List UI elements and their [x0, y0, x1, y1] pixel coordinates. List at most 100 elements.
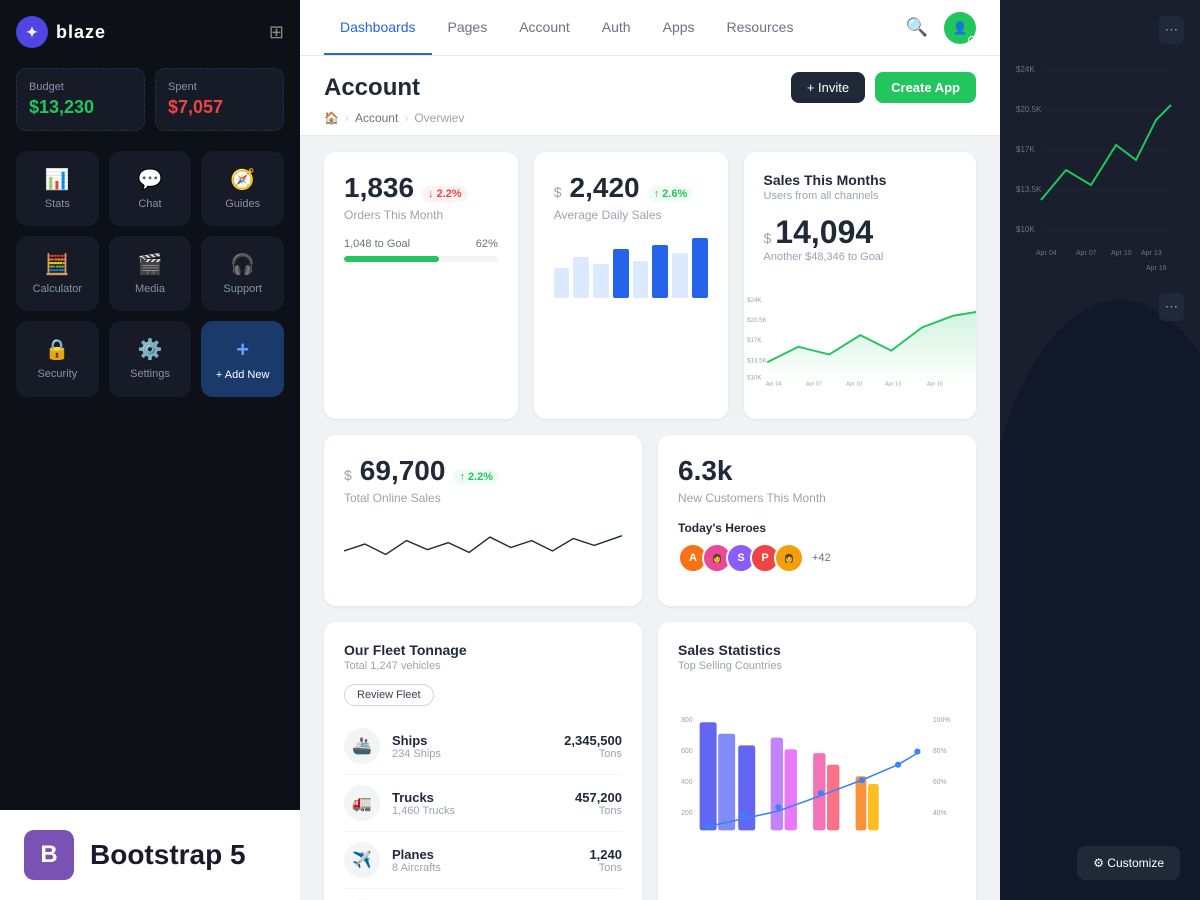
- orders-progress-bar-bg: [344, 256, 498, 262]
- bootstrap-icon: B: [24, 830, 74, 880]
- nav-grid: 📊 Stats 💬 Chat 🧭 Guides 🧮 Calculator 🎬 M…: [16, 151, 284, 397]
- user-avatar[interactable]: 👤: [944, 12, 976, 44]
- svg-text:Apr 04: Apr 04: [1036, 250, 1057, 257]
- ships-num: 2,345,500: [564, 733, 622, 748]
- breadcrumb: 🏠 › Account › Overwiev: [324, 111, 976, 135]
- hero-count: +42: [812, 552, 831, 564]
- online-sales-label: Total Online Sales: [344, 491, 622, 505]
- support-icon: 🎧: [230, 252, 255, 277]
- breadcrumb-home: 🏠: [324, 111, 339, 125]
- planes-value: 1,240 Tons: [589, 847, 622, 874]
- nav-resources[interactable]: Resources: [711, 1, 810, 55]
- sales-month-sub: Users from all channels: [764, 190, 957, 202]
- sidebar-item-stats[interactable]: 📊 Stats: [16, 151, 99, 226]
- svg-text:Apr 07: Apr 07: [806, 382, 822, 388]
- online-sales-card: $ 69,700 ↑ 2.2% Total Online Sales: [324, 435, 642, 606]
- orders-progress-row: 1,048 to Goal 62%: [344, 238, 498, 250]
- sales-stats-card: Sales Statistics Top Selling Countries 8…: [658, 622, 976, 900]
- sidebar-menu-icon[interactable]: ⊞: [269, 22, 284, 43]
- nav-apps[interactable]: Apps: [647, 1, 711, 55]
- sales-chart-dark: $24K $20.5K $17K $13.5K $10K Apr 04 Apr …: [1016, 60, 1176, 280]
- sidebar-item-calculator[interactable]: 🧮 Calculator: [16, 236, 99, 311]
- customers-number: 6.3k: [678, 455, 733, 487]
- customize-button[interactable]: ⚙ Customize: [1077, 846, 1180, 880]
- sidebar-item-guides[interactable]: 🧭 Guides: [201, 151, 284, 226]
- trucks-unit: Tons: [575, 805, 622, 817]
- top-nav-right: 🔍 👤: [906, 12, 976, 44]
- budget-value: $13,230: [29, 97, 132, 118]
- daily-sales-chart: [554, 238, 708, 298]
- add-new-label: + Add New: [216, 369, 270, 381]
- svg-text:Apr 16: Apr 16: [926, 382, 942, 388]
- invite-button[interactable]: + Invite: [791, 72, 865, 103]
- svg-text:$10K: $10K: [747, 374, 762, 381]
- nav-dashboards[interactable]: Dashboards: [324, 1, 432, 55]
- ships-info: Ships 234 Ships: [392, 733, 552, 760]
- second-row: $ 69,700 ↑ 2.2% Total Online Sales 6.3k: [324, 435, 976, 606]
- sidebar-item-settings[interactable]: ⚙️ Settings: [109, 321, 192, 397]
- svg-text:Apr 16: Apr 16: [1146, 265, 1167, 272]
- top-nav: Dashboards Pages Account Auth Apps Resou…: [300, 0, 1000, 56]
- svg-text:60%: 60%: [933, 779, 947, 786]
- svg-text:$20.5K: $20.5K: [747, 317, 767, 324]
- trucks-num: 457,200: [575, 790, 622, 805]
- sidebar-item-add-new[interactable]: + + Add New: [201, 321, 284, 397]
- dark-panel-dots[interactable]: ⋯: [1159, 293, 1184, 321]
- breadcrumb-overview: Overwiev: [414, 111, 464, 125]
- sidebar-item-security[interactable]: 🔒 Security: [16, 321, 99, 397]
- bar-7: [672, 253, 688, 298]
- svg-text:400: 400: [681, 779, 693, 786]
- sidebar-item-support[interactable]: 🎧 Support: [201, 236, 284, 311]
- sales-stats-title: Sales Statistics: [678, 642, 956, 658]
- trucks-name: Trucks: [392, 790, 563, 805]
- bootstrap-text: Bootstrap 5: [90, 839, 246, 871]
- calculator-label: Calculator: [33, 283, 83, 295]
- nav-auth[interactable]: Auth: [586, 1, 647, 55]
- planes-info: Planes 8 Aircrafts: [392, 847, 577, 874]
- bar-2: [573, 257, 589, 298]
- daily-sales-badge: ↑ 2.6%: [648, 186, 694, 202]
- budget-label: Budget: [29, 81, 132, 93]
- bootstrap-badge: B Bootstrap 5: [0, 810, 300, 900]
- ships-unit: Tons: [564, 748, 622, 760]
- fleet-title: Our Fleet Tonnage: [344, 642, 622, 658]
- svg-text:$17K: $17K: [1016, 145, 1035, 154]
- create-app-button[interactable]: Create App: [875, 72, 976, 103]
- bar-1: [554, 268, 570, 298]
- calculator-icon: 🧮: [45, 252, 70, 277]
- sales-month-number: 14,094: [775, 214, 873, 251]
- svg-text:$13.5K: $13.5K: [1016, 185, 1042, 194]
- review-fleet-button[interactable]: Review Fleet: [344, 684, 434, 706]
- sidebar-item-chat[interactable]: 💬 Chat: [109, 151, 192, 226]
- planes-icon: ✈️: [344, 842, 380, 878]
- online-sales-badge: ↑ 2.2%: [453, 469, 499, 485]
- spent-card: Spent $7,057: [155, 68, 284, 131]
- sidebar-item-media[interactable]: 🎬 Media: [109, 236, 192, 311]
- bar-4: [613, 249, 629, 298]
- search-button[interactable]: 🔍: [906, 17, 928, 38]
- media-icon: 🎬: [138, 252, 163, 277]
- hero-avatar-5: 👩: [774, 543, 804, 573]
- trucks-icon: 🚛: [344, 785, 380, 821]
- dark-panel-content: ⋯ $24K $20.5K $17K $13.5K $10K Apr 04 Ap…: [1000, 0, 1200, 337]
- ships-count: 234 Ships: [392, 748, 552, 760]
- online-sales-number: 69,700: [360, 455, 446, 487]
- nav-account[interactable]: Account: [503, 1, 586, 55]
- heroes-avatars: A 👩 S P 👩 +42: [678, 543, 956, 573]
- orders-progress-text: 1,048 to Goal: [344, 238, 410, 250]
- dashboard-scroll[interactable]: 1,836 ↓ 2.2% Orders This Month 1,048 to …: [300, 136, 1000, 900]
- planes-num: 1,240: [589, 847, 622, 862]
- fleet-item-trains: 🚂 Trains 804,300: [344, 889, 622, 900]
- planes-count: 8 Aircrafts: [392, 862, 577, 874]
- breadcrumb-account[interactable]: Account: [355, 111, 398, 125]
- budget-row: Budget $13,230 Spent $7,057: [16, 68, 284, 131]
- svg-text:$24K: $24K: [747, 297, 762, 304]
- settings-label: Settings: [130, 368, 170, 380]
- orders-progress-pct: 62%: [476, 238, 498, 250]
- bar-3: [593, 264, 609, 298]
- svg-text:40%: 40%: [933, 810, 947, 817]
- nav-pages[interactable]: Pages: [432, 1, 504, 55]
- page-title: Account: [324, 74, 420, 102]
- security-label: Security: [37, 368, 77, 380]
- dark-panel-menu[interactable]: ⋯: [1159, 16, 1184, 44]
